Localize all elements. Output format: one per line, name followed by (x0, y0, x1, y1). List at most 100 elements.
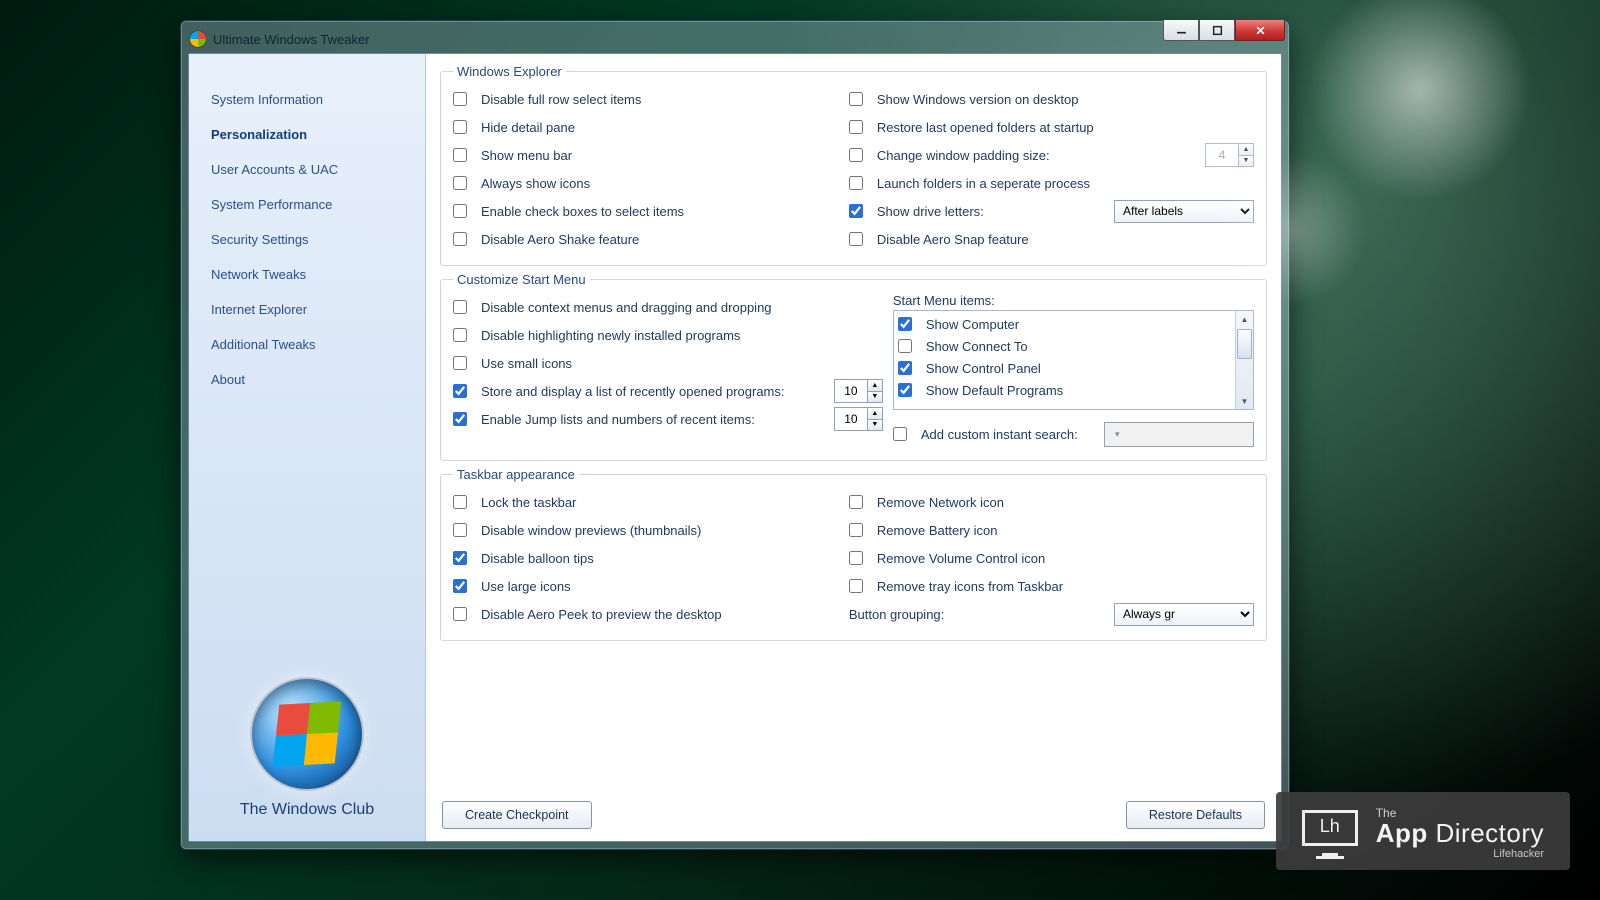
scroll-down-icon[interactable]: ▼ (1236, 393, 1253, 409)
sidebar-item-additional-tweaks[interactable]: Additional Tweaks (189, 327, 425, 362)
label-show-drive-letters: Show drive letters: (877, 204, 1106, 219)
label-show-default-programs: Show Default Programs (926, 383, 1231, 398)
label-disable-aero-peek-to-preview-the-desktop: Disable Aero Peek to preview the desktop (481, 607, 839, 622)
maximize-button[interactable] (1199, 20, 1235, 41)
sidebar-item-system-information[interactable]: System Information (189, 82, 425, 117)
sidebar-item-security-settings[interactable]: Security Settings (189, 222, 425, 257)
group-taskbar: Taskbar appearance Lock the taskbar Disab… (440, 467, 1267, 641)
checkbox-show-default-programs[interactable] (898, 383, 912, 397)
label-disable-context-menus-and-dragging-and-dropping: Disable context menus and dragging and d… (481, 300, 883, 315)
checkbox-show-computer[interactable] (898, 317, 912, 331)
spinner-store-and-display-a-list-of-recently-opened-programs[interactable]: ▲▼ (834, 379, 883, 403)
label-enable-jump-lists-and-numbers-of-recent-items: Enable Jump lists and numbers of recent … (481, 412, 826, 427)
sidebar-item-about[interactable]: About (189, 362, 425, 397)
checkbox-disable-aero-snap-feature[interactable] (849, 232, 863, 246)
checkbox-show-control-panel[interactable] (898, 361, 912, 375)
label-disable-aero-shake-feature: Disable Aero Shake feature (481, 232, 839, 247)
label-show-menu-bar: Show menu bar (481, 148, 839, 163)
checkbox-launch-folders-in-a-seperate-process[interactable] (849, 176, 863, 190)
checkbox-disable-aero-shake-feature[interactable] (453, 232, 467, 246)
label-lock-the-taskbar: Lock the taskbar (481, 495, 839, 510)
checkbox-remove-tray-icons-from-taskbar[interactable] (849, 579, 863, 593)
start-menu-items-label: Start Menu items: (893, 293, 1254, 308)
checkbox-disable-balloon-tips[interactable] (453, 551, 467, 565)
checkbox-disable-context-menus-and-dragging-and-dropping[interactable] (453, 300, 467, 314)
brand-logo-icon (252, 679, 362, 789)
label-disable-window-previews-thumbnails: Disable window previews (thumbnails) (481, 523, 839, 538)
group-legend: Customize Start Menu (453, 272, 590, 287)
combo-show-drive-letters[interactable]: After labels (1114, 200, 1254, 223)
label-use-large-icons: Use large icons (481, 579, 839, 594)
label-disable-balloon-tips: Disable balloon tips (481, 551, 839, 566)
label-launch-folders-in-a-seperate-process: Launch folders in a seperate process (877, 176, 1254, 191)
group-windows-explorer: Windows Explorer Disable full row select… (440, 64, 1267, 266)
label-disable-aero-snap-feature: Disable Aero Snap feature (877, 232, 1254, 247)
checkbox-enable-jump-lists-and-numbers-of-recent-items[interactable] (453, 412, 467, 426)
checkbox-disable-aero-peek-to-preview-the-desktop[interactable] (453, 607, 467, 621)
footer: Create Checkpoint Restore Defaults (440, 799, 1267, 829)
spinner-enable-jump-lists-and-numbers-of-recent-items[interactable]: ▲▼ (834, 407, 883, 431)
checkbox-hide-detail-pane[interactable] (453, 120, 467, 134)
app-window: Ultimate Windows Tweaker System Informat… (180, 20, 1290, 850)
badge-line3: Lifehacker (1376, 848, 1544, 860)
checkbox-add-custom-search[interactable] (893, 427, 907, 441)
checkbox-always-show-icons[interactable] (453, 176, 467, 190)
label-hide-detail-pane: Hide detail pane (481, 120, 839, 135)
checkbox-remove-volume-control-icon[interactable] (849, 551, 863, 565)
label-show-computer: Show Computer (926, 317, 1231, 332)
sidebar-item-personalization[interactable]: Personalization (189, 117, 425, 152)
sidebar-item-network-tweaks[interactable]: Network Tweaks (189, 257, 425, 292)
group-legend: Taskbar appearance (453, 467, 579, 482)
checkbox-remove-battery-icon[interactable] (849, 523, 863, 537)
scroll-thumb[interactable] (1237, 329, 1252, 359)
checkbox-show-drive-letters[interactable] (849, 204, 863, 218)
sidebar: System InformationPersonalizationUser Ac… (189, 54, 426, 841)
checkbox-use-small-icons[interactable] (453, 356, 467, 370)
checkbox-restore-last-opened-folders-at-startup[interactable] (849, 120, 863, 134)
label-remove-tray-icons-from-taskbar: Remove tray icons from Taskbar (877, 579, 1254, 594)
label-remove-volume-control-icon: Remove Volume Control icon (877, 551, 1254, 566)
combo-button-grouping[interactable]: Always gr (1114, 603, 1254, 626)
label-restore-last-opened-folders-at-startup: Restore last opened folders at startup (877, 120, 1254, 135)
label-show-control-panel: Show Control Panel (926, 361, 1231, 376)
label-show-windows-version-on-desktop: Show Windows version on desktop (877, 92, 1254, 107)
close-button[interactable] (1235, 20, 1285, 41)
brand-text: The Windows Club (189, 801, 425, 819)
create-checkpoint-button[interactable]: Create Checkpoint (442, 801, 592, 829)
scroll-up-icon[interactable]: ▲ (1236, 311, 1253, 327)
label-show-connect-to: Show Connect To (926, 339, 1231, 354)
start-menu-items-list[interactable]: Show Computer Show Connect To Show Control… (893, 310, 1254, 410)
label-change-window-padding-size: Change window padding size: (877, 148, 1197, 163)
label-disable-full-row-select-items: Disable full row select items (481, 92, 839, 107)
monitor-icon: Lh (1302, 810, 1358, 856)
checkbox-enable-check-boxes-to-select-items[interactable] (453, 204, 467, 218)
label-use-small-icons: Use small icons (481, 356, 883, 371)
sidebar-item-system-performance[interactable]: System Performance (189, 187, 425, 222)
checkbox-disable-highlighting-newly-installed-programs[interactable] (453, 328, 467, 342)
checkbox-show-connect-to[interactable] (898, 339, 912, 353)
label-always-show-icons: Always show icons (481, 176, 839, 191)
checkbox-disable-window-previews-thumbnails[interactable] (453, 523, 467, 537)
sidebar-item-internet-explorer[interactable]: Internet Explorer (189, 292, 425, 327)
sidebar-item-user-accounts-uac[interactable]: User Accounts & UAC (189, 152, 425, 187)
checkbox-disable-full-row-select-items[interactable] (453, 92, 467, 106)
minimize-button[interactable] (1163, 20, 1199, 41)
scrollbar[interactable]: ▲ ▼ (1235, 311, 1253, 409)
checkbox-show-windows-version-on-desktop[interactable] (849, 92, 863, 106)
checkbox-lock-the-taskbar[interactable] (453, 495, 467, 509)
restore-defaults-button[interactable]: Restore Defaults (1126, 801, 1265, 829)
group-start-menu: Customize Start Menu Disable context men… (440, 272, 1267, 461)
app-icon (190, 31, 206, 47)
checkbox-store-and-display-a-list-of-recently-opened-programs[interactable] (453, 384, 467, 398)
label-add-custom-search: Add custom instant search: (921, 427, 1096, 442)
brand: The Windows Club (189, 669, 425, 841)
main-panel: Windows Explorer Disable full row select… (426, 54, 1281, 841)
titlebar[interactable]: Ultimate Windows Tweaker (187, 27, 1283, 51)
checkbox-show-menu-bar[interactable] (453, 148, 467, 162)
checkbox-use-large-icons[interactable] (453, 579, 467, 593)
checkbox-remove-network-icon[interactable] (849, 495, 863, 509)
checkbox-change-window-padding-size[interactable] (849, 148, 863, 162)
label-enable-check-boxes-to-select-items: Enable check boxes to select items (481, 204, 839, 219)
badge-line2: App Directory (1376, 820, 1544, 846)
label-remove-battery-icon: Remove Battery icon (877, 523, 1254, 538)
